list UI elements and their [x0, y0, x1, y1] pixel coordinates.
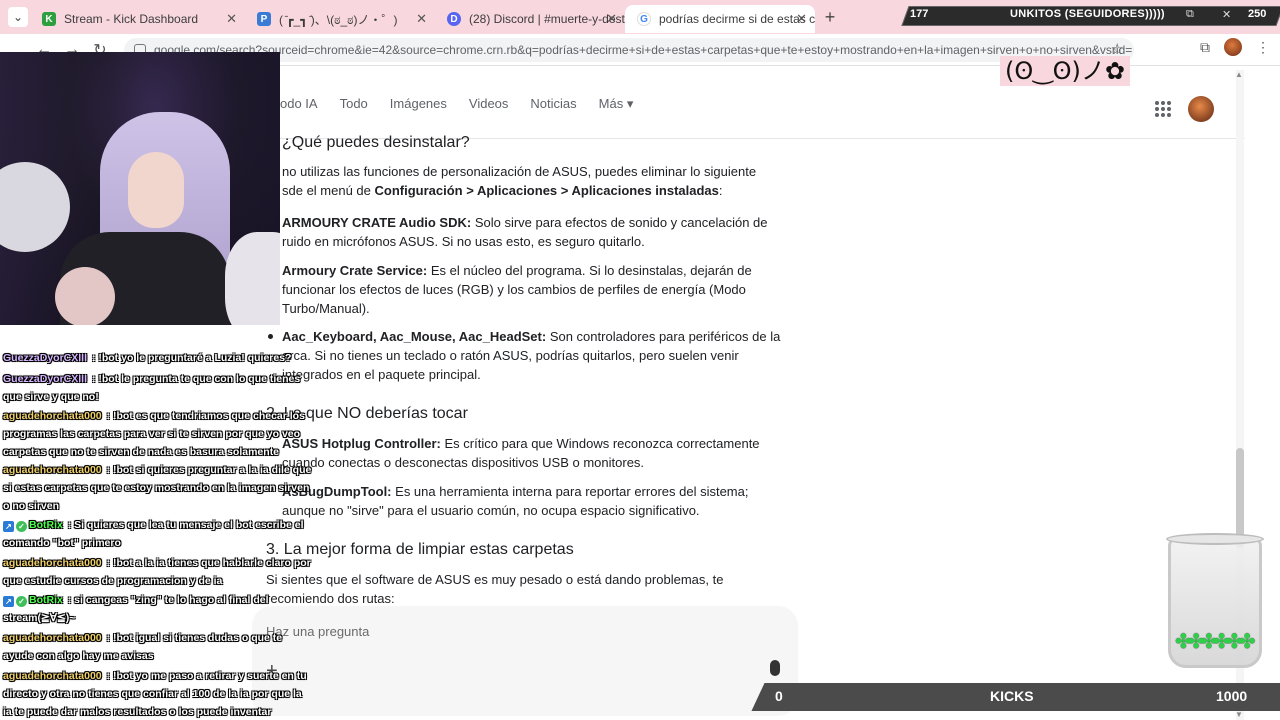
- follower-goal-title: UNKITOS (SEGUIDORES))))): [1010, 8, 1165, 20]
- tab-search-icon[interactable]: ⌄: [8, 7, 28, 27]
- tab-title: podrías decirme si de estas carp: [659, 12, 815, 26]
- list-item: ASUS Hotplug Controller: Es crítico para…: [282, 436, 760, 470]
- stream-chat: GuezzaDyorCXIII : !bot yo le preguntaré …: [0, 325, 311, 720]
- webcam-feed: [0, 52, 280, 325]
- microphone-icon[interactable]: [770, 660, 780, 676]
- section-heading: ¿Qué puedes desinstalar?: [282, 134, 470, 151]
- list-item: Armoury Crate Service: Es el núcleo del …: [282, 263, 752, 316]
- google-account-avatar[interactable]: [1188, 96, 1214, 122]
- intro-line: no utilizas las funciones de personaliza…: [282, 164, 757, 179]
- tab-discord[interactable]: D (28) Discord | #muerte-y-destr ✕: [435, 5, 625, 33]
- intro-line: sde el menú de Configuración > Aplicacio…: [282, 183, 723, 198]
- scroll-down-icon[interactable]: ▼: [1235, 710, 1243, 719]
- close-icon: ✕: [1222, 9, 1232, 21]
- google-icon: G: [637, 12, 651, 26]
- chat-message: ↗ ✓ BotRix : Si quieres que lea tu mensaje…: [3, 519, 304, 549]
- tab-images[interactable]: Imágenes: [390, 96, 447, 112]
- tab-kick-dashboard[interactable]: K Stream - Kick Dashboard ✕: [30, 5, 245, 33]
- close-icon[interactable]: ✕: [606, 11, 617, 27]
- verified-badge-icon: ✓: [16, 596, 27, 607]
- profile-avatar[interactable]: [1224, 38, 1242, 56]
- tab-title: Stream - Kick Dashboard: [64, 12, 199, 26]
- list-item: ARMOURY CRATE Audio SDK: Solo sirve para…: [282, 215, 768, 249]
- url-text: google.com/search?sourceid=chrome&ie=42&…: [154, 43, 1133, 57]
- screen: ⌄ K Stream - Kick Dashboard ✕ P ( ̄┏_┓ ̄…: [0, 0, 1280, 720]
- chat-message: GuezzaDyorCXIII : !bot le pregunta te qu…: [3, 373, 301, 403]
- chat-message: aguadehorchata000 : !bot es que tendriam…: [3, 410, 305, 458]
- restore-icon: ⧉: [1186, 8, 1194, 20]
- chat-message: aguadehorchata000 : !bot yo me paso a re…: [3, 670, 307, 718]
- tab-news[interactable]: Noticias: [530, 96, 576, 112]
- tab-all[interactable]: Todo: [340, 96, 368, 112]
- kick-icon: K: [42, 12, 56, 26]
- tab-more[interactable]: Más ▾: [599, 96, 634, 112]
- new-tab-icon[interactable]: +: [815, 7, 845, 28]
- tab-videos[interactable]: Videos: [469, 96, 509, 112]
- kicks-min: 0: [775, 688, 783, 704]
- close-icon[interactable]: ✕: [226, 11, 237, 27]
- paragraph: Si sientes que el software de ASUS es mu…: [266, 572, 724, 606]
- follower-goal-current: 177: [910, 8, 929, 20]
- chat-message: aguadehorchata000 : !bot igual si tienes…: [3, 632, 283, 662]
- bot-badge-icon: ↗: [3, 521, 14, 532]
- tab-kaomoji[interactable]: P ( ̄┏_┓ ̄)、\(ಠ_ಠ)ノ・゜) ✕: [245, 5, 435, 33]
- list-item: AsBugDumpTool: Es una herramienta intern…: [282, 484, 749, 518]
- ask-question-box[interactable]: Haz una pregunta +: [252, 606, 798, 716]
- tab-title: (28) Discord | #muerte-y-destr: [469, 12, 625, 26]
- close-icon[interactable]: ✕: [796, 11, 807, 27]
- extensions-icon[interactable]: ⧉: [1200, 39, 1210, 56]
- gem-icons: ✤✤✤✤✤✤: [1175, 631, 1256, 653]
- site-icon: P: [257, 12, 271, 26]
- menu-icon[interactable]: ⋮: [1256, 39, 1270, 56]
- chat-message: GuezzaDyorCXIII : !bot yo le preguntaré …: [3, 352, 292, 364]
- follower-goal-target: 250: [1248, 8, 1267, 20]
- tab-ai-mode[interactable]: odo IA: [280, 96, 318, 112]
- chat-message: aguadehorchata000 : !bot si quieres preg…: [3, 464, 312, 512]
- kicks-max: 1000: [1216, 688, 1248, 704]
- list-item: Aac_Keyboard, Aac_Mouse, Aac_HeadSet: So…: [282, 329, 781, 382]
- discord-icon: D: [447, 12, 461, 26]
- tab-title: ( ̄┏_┓ ̄)、\(ಠ_ಠ)ノ・゜): [279, 12, 398, 27]
- verified-badge-icon: ✓: [16, 521, 27, 532]
- kaomoji-overlay: (ʘ‿ʘ)ノ✿: [1000, 56, 1130, 86]
- kicks-label: KICKS: [990, 688, 1034, 704]
- close-icon[interactable]: ✕: [416, 11, 427, 27]
- tab-google-search[interactable]: G podrías decirme si de estas carp ✕: [625, 5, 815, 33]
- chat-message: ↗ ✓ BotRix : si cangeas "zing" te lo hago …: [3, 594, 269, 624]
- bot-badge-icon: ↗: [3, 596, 14, 607]
- kicks-jar: ✤✤✤✤✤✤: [1166, 533, 1264, 668]
- chat-message: aguadehorchata000 : !bot a la ia tienes …: [3, 557, 311, 587]
- search-tabs: odo IA Todo Imágenes Videos Noticias Más…: [280, 96, 633, 112]
- scroll-up-icon[interactable]: ▲: [1235, 70, 1243, 79]
- apps-grid-icon[interactable]: [1155, 101, 1171, 117]
- toolbar-actions: ⧉ ⋮: [1200, 38, 1270, 56]
